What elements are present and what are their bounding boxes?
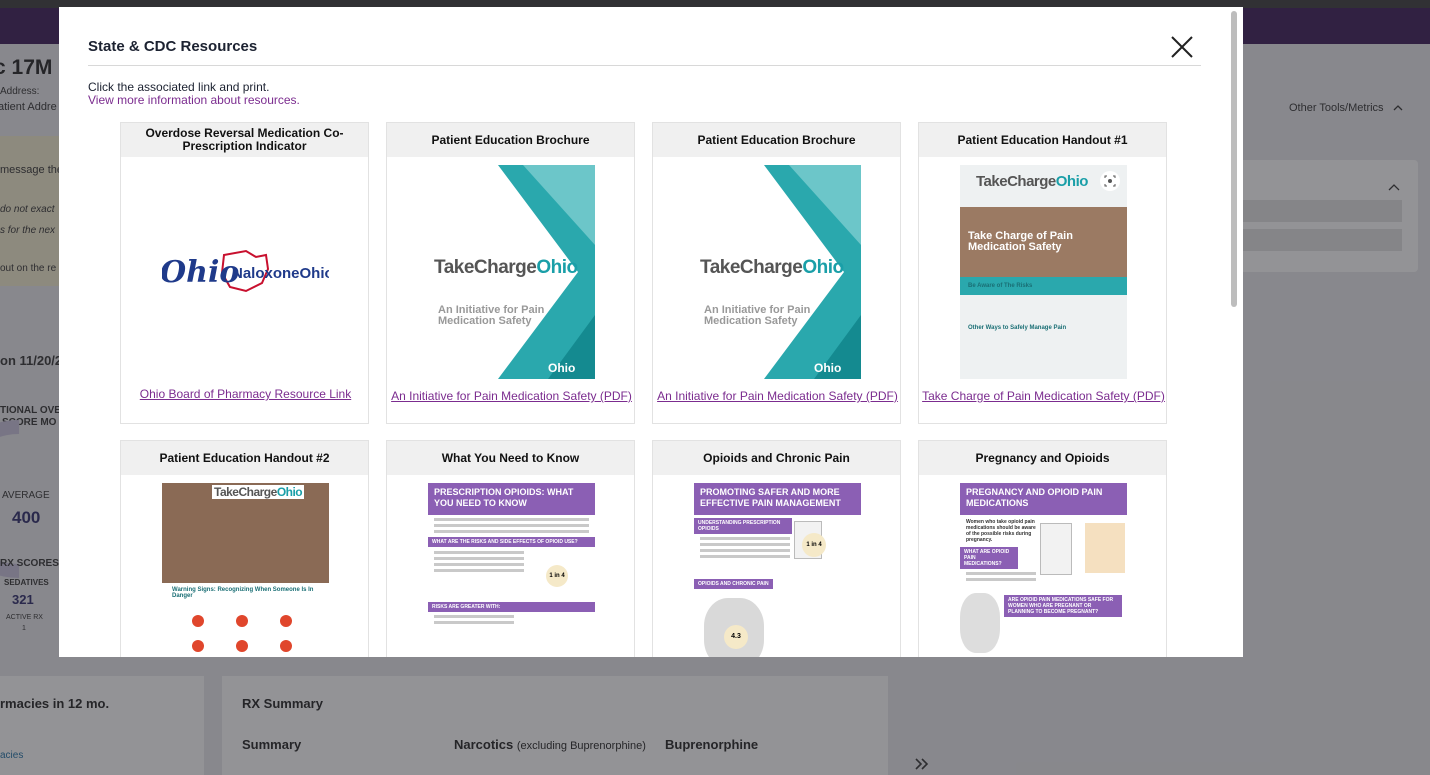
card-header: Pregnancy and Opioids [919, 441, 1166, 475]
card-header: Patient Education Brochure [387, 123, 634, 157]
resources-modal: State & CDC Resources Click the associat… [59, 7, 1243, 657]
resource-card-pregnancy: Pregnancy and Opioids PREGNANCY AND OPIO… [918, 440, 1167, 657]
person-image [960, 593, 1000, 653]
resource-card-brochure-1: Patient Education Brochure TakeChargeOhi… [386, 122, 635, 424]
close-icon [1171, 36, 1193, 58]
card-header: Patient Education Brochure [653, 123, 900, 157]
takecharge-logo: TakeChargeOhio [976, 173, 1088, 190]
factsheet-thumbnail: PRESCRIPTION OPIOIDS: WHAT YOU NEED TO K… [428, 483, 595, 657]
takecharge-logo: TakeChargeOhio [700, 257, 844, 278]
card-header: Patient Education Handout #2 [121, 441, 368, 475]
stat-circle: 4.3 [724, 625, 748, 649]
brochure-subtitle: An Initiative for Pain Medication Safety [704, 304, 811, 327]
what-are-header: WHAT ARE OPIOID PAIN MEDICATIONS? [960, 547, 1018, 569]
risks-greater-header: RISKS ARE GREATER WITH: [428, 602, 595, 612]
resource-card-chronic-pain: Opioids and Chronic Pain PROMOTING SAFER… [652, 440, 901, 657]
resource-card-what-to-know: What You Need to Know PRESCRIPTION OPIOI… [386, 440, 635, 657]
modal-divider [88, 65, 1201, 66]
card-header: Patient Education Handout #1 [919, 123, 1166, 157]
note-image [1085, 523, 1125, 573]
naloxone-ohio-logo: Ohio NaloxoneOhio [162, 165, 329, 379]
brochure-subtitle: An Initiative for Pain Medication Safety [438, 304, 545, 327]
close-button[interactable] [1168, 33, 1196, 61]
pill-bottle-image [1040, 523, 1072, 575]
handout-title: Take Charge of Pain Medication Safety [968, 230, 1073, 253]
factsheet-header: PREGNANCY AND OPIOID PAIN MEDICATIONS [960, 483, 1127, 515]
pregnancy-subtitle: Women who take opioid pain medications s… [966, 519, 1036, 543]
resource-link[interactable]: Take Charge of Pain Medication Safety (P… [919, 389, 1168, 403]
stat-circle: 1 in 4 [802, 533, 826, 557]
warning-icons [176, 613, 326, 657]
resource-card-handout-1: Patient Education Handout #1 TakeChargeO… [918, 122, 1167, 424]
lens-icon[interactable] [1100, 171, 1120, 191]
ohio-logo-text: Ohio [162, 255, 240, 290]
resource-card-brochure-2: Patient Education Brochure TakeChargeOhi… [652, 122, 901, 424]
resource-link[interactable]: An Initiative for Pain Medication Safety… [653, 389, 902, 403]
ohio-small-logo: Ohio [548, 361, 576, 375]
safety-header: ARE OPIOID PAIN MEDICATIONS SAFE FOR WOM… [1004, 595, 1122, 617]
factsheet-header: PRESCRIPTION OPIOIDS: WHAT YOU NEED TO K… [428, 483, 595, 515]
card-header: Opioids and Chronic Pain [653, 441, 900, 475]
chronic-header: OPIOIDS AND CHRONIC PAIN [694, 579, 773, 589]
card-header: Overdose Reversal Medication Co-Prescrip… [121, 123, 368, 157]
resource-link[interactable]: An Initiative for Pain Medication Safety… [387, 389, 636, 403]
naloxone-text: NaloxoneOhio [232, 265, 329, 282]
handout-thumbnail: TakeChargeOhio Warning Signs: Recognizin… [162, 483, 329, 657]
factsheet-thumbnail: PROMOTING SAFER AND MORE EFFECTIVE PAIN … [694, 483, 861, 657]
resource-card-naloxone: Overdose Reversal Medication Co-Prescrip… [120, 122, 369, 424]
card-header: What You Need to Know [387, 441, 634, 475]
handout-other: Other Ways to Safely Manage Pain [968, 325, 1067, 331]
understanding-header: UNDERSTANDING PRESCRIPTION OPIOIDS [694, 518, 792, 534]
ohio-small-logo: Ohio [814, 361, 842, 375]
takecharge-logo: TakeChargeOhio [434, 257, 578, 278]
modal-scrollbar[interactable] [1231, 11, 1237, 307]
handout-warning: Warning Signs: Recognizing When Someone … [172, 587, 314, 599]
handout-aware: Be Aware of The Risks [968, 283, 1033, 289]
risks-header: WHAT ARE THE RISKS AND SIDE EFFECTS OF O… [428, 537, 595, 547]
factsheet-header: PROMOTING SAFER AND MORE EFFECTIVE PAIN … [694, 483, 861, 515]
resource-link[interactable]: Ohio Board of Pharmacy Resource Link [121, 387, 370, 401]
takecharge-logo: TakeChargeOhio [212, 485, 305, 499]
resource-card-handout-2: Patient Education Handout #2 TakeChargeO… [120, 440, 369, 657]
brochure-thumbnail: TakeChargeOhio An Initiative for Pain Me… [428, 165, 595, 379]
instruction-text: Click the associated link and print. [88, 80, 270, 94]
factsheet-thumbnail: PREGNANCY AND OPIOID PAIN MEDICATIONS Wo… [960, 483, 1127, 657]
more-info-link[interactable]: View more information about resources. [88, 93, 300, 107]
stat-circle: 1 in 4 [546, 565, 568, 587]
modal-title: State & CDC Resources [88, 38, 258, 55]
brochure-thumbnail: TakeChargeOhio An Initiative for Pain Me… [694, 165, 861, 379]
handout-thumbnail: TakeChargeOhio Take Charge of Pain Medic… [960, 165, 1127, 379]
